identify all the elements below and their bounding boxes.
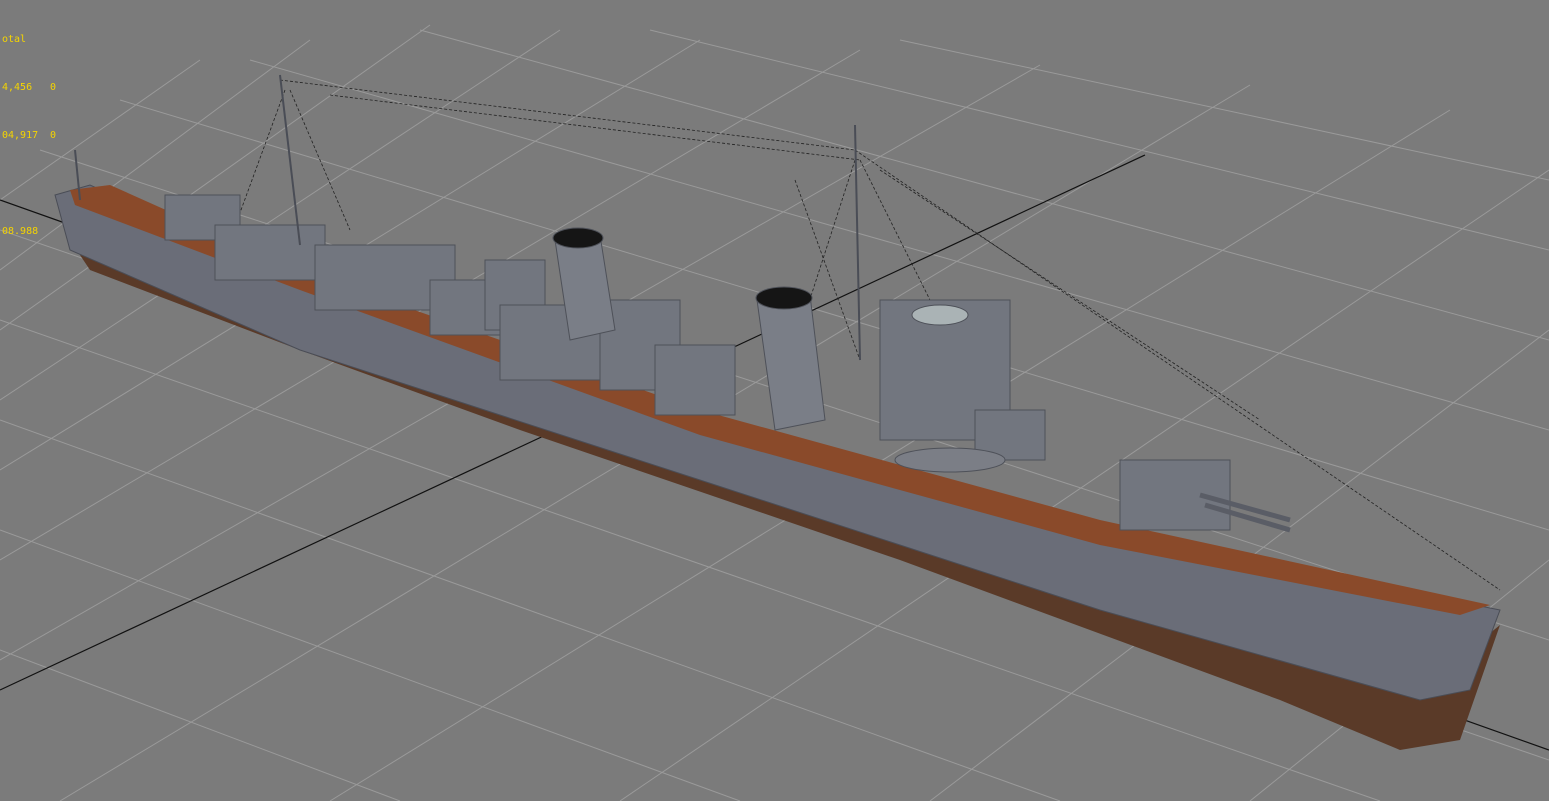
- stats-verts-label: 04,917: [2, 130, 39, 141]
- forward-gun-turret: [1119, 459, 1231, 531]
- bridge-top: [911, 304, 969, 326]
- stats-verts-row: 04,917 0: [2, 128, 56, 144]
- destroyer-model[interactable]: [54, 74, 1501, 750]
- stats-fps-value: 08.988: [2, 226, 39, 237]
- forward-funnel: [756, 294, 826, 431]
- stats-spacer: [2, 176, 38, 192]
- stats-polys-label: 4,456: [2, 82, 33, 93]
- 3d-viewport[interactable]: otal 4,456 0 04,917 0 08.988: [0, 0, 1549, 801]
- viewport-statistics: otal 4,456 0 04,917 0 08.988: [2, 0, 56, 272]
- stats-header-row: otal: [2, 32, 38, 48]
- fore-mast: [854, 124, 861, 361]
- stats-header: otal: [2, 34, 27, 45]
- lifeboat: [894, 447, 1006, 473]
- viewport-scene[interactable]: [0, 0, 1549, 801]
- main-mast: [279, 74, 301, 246]
- stats-polys-value: 0: [50, 82, 57, 93]
- stats-fps-row: 08.988: [2, 224, 38, 240]
- stats-verts-value: 0: [50, 130, 57, 141]
- stats-polys-row: 4,456 0: [2, 80, 56, 96]
